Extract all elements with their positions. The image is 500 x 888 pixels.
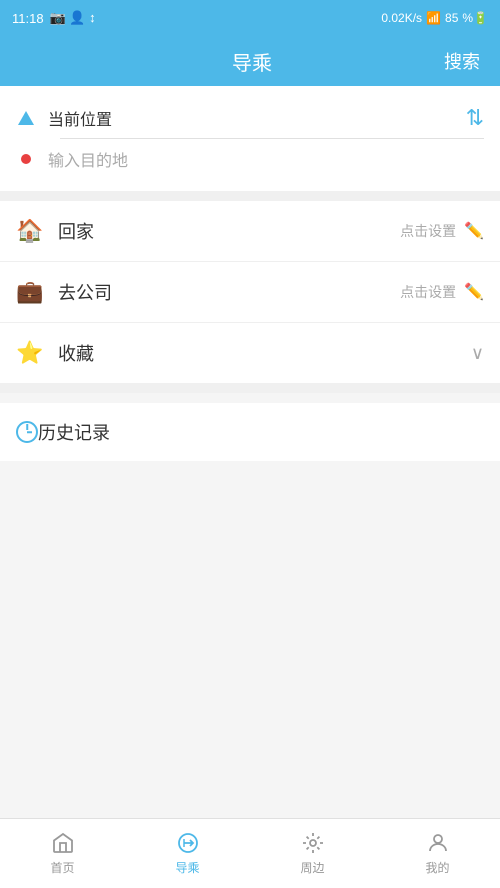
quick-access-list: 🏠 回家 点击设置 ✏️ 💼 去公司 点击设置 ✏️ ⭐ 收藏 ∨ — [0, 201, 500, 383]
home-icon: 🏠 — [16, 217, 44, 245]
status-bar: 11:18 📷 👤 ↕ 0.02K/s 📶 85 %🔋 — [0, 0, 500, 36]
swap-icon[interactable]: ⇅ — [466, 105, 484, 131]
section-gap-2 — [0, 383, 500, 393]
home-item[interactable]: 🏠 回家 点击设置 ✏️ — [0, 201, 500, 262]
status-time: 11:18 — [12, 11, 44, 26]
history-label: 历史记录 — [38, 419, 110, 445]
favorites-label: 收藏 — [58, 340, 471, 366]
work-label: 去公司 — [58, 279, 400, 305]
work-icon: 💼 — [16, 278, 44, 306]
nav-mine-label: 我的 — [425, 859, 449, 876]
nav-nearby[interactable]: 周边 — [250, 819, 375, 888]
nav-nearby-label: 周边 — [300, 859, 324, 876]
nav-guide-label: 导乘 — [175, 859, 199, 876]
search-section: 当前位置 ⇅ 输入目的地 — [0, 86, 500, 191]
work-edit-icon[interactable]: ✏️ — [464, 282, 484, 302]
star-icon: ⭐ — [16, 339, 44, 367]
nav-mine[interactable]: 我的 — [375, 819, 500, 888]
location-icon — [16, 108, 36, 128]
bottom-navigation: 首页 导乘 周边 我的 — [0, 818, 500, 888]
status-left: 11:18 📷 👤 ↕ — [12, 10, 96, 26]
home-label: 回家 — [58, 218, 400, 244]
favorites-item[interactable]: ⭐ 收藏 ∨ — [0, 323, 500, 383]
nav-guide[interactable]: 导乘 — [125, 819, 250, 888]
destination-row[interactable]: 输入目的地 — [16, 139, 484, 179]
search-button[interactable]: 搜索 — [444, 48, 480, 74]
status-battery-text: 85 — [445, 11, 458, 25]
nav-home-label: 首页 — [50, 859, 74, 876]
chevron-down-icon: ∨ — [471, 343, 484, 364]
current-location-row[interactable]: 当前位置 ⇅ — [16, 98, 484, 138]
home-action: 点击设置 — [400, 221, 456, 241]
status-wifi: 📶 — [426, 11, 441, 25]
work-action: 点击设置 — [400, 282, 456, 302]
destination-placeholder: 输入目的地 — [48, 147, 128, 171]
history-section: 历史记录 — [0, 403, 500, 461]
page-title: 导乘 — [60, 47, 444, 76]
clock-icon — [16, 421, 38, 443]
history-item[interactable]: 历史记录 — [0, 403, 500, 461]
current-location-label: 当前位置 — [48, 106, 484, 130]
status-right: 0.02K/s 📶 85 %🔋 — [381, 11, 488, 25]
nav-home[interactable]: 首页 — [0, 819, 125, 888]
header: 导乘 搜索 — [0, 36, 500, 86]
section-gap-1 — [0, 191, 500, 201]
status-battery-icon: %🔋 — [462, 11, 488, 25]
status-speed: 0.02K/s — [381, 11, 422, 25]
home-edit-icon[interactable]: ✏️ — [464, 221, 484, 241]
status-icons: 📷 👤 ↕ — [50, 10, 96, 26]
work-item[interactable]: 💼 去公司 点击设置 ✏️ — [0, 262, 500, 323]
destination-icon — [16, 149, 36, 169]
